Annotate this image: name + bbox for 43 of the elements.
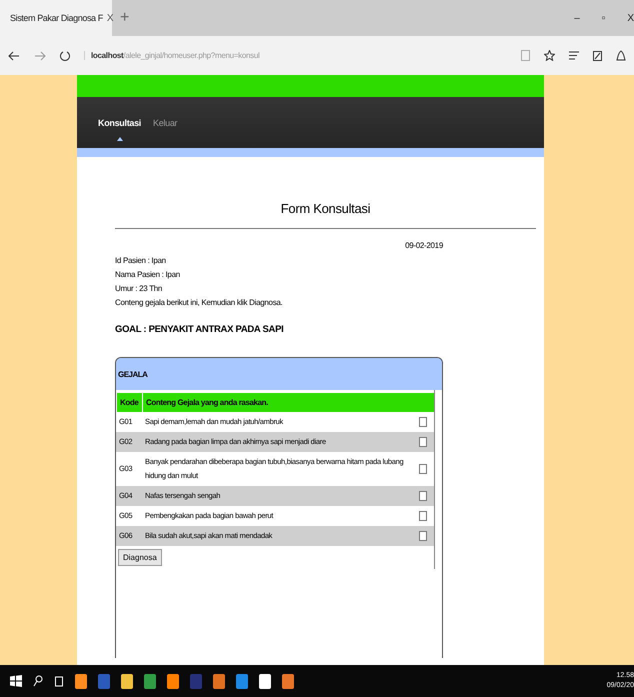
- info-text: Conteng gejala berikut ini, Kemudian klik Diagnosa.: [115, 297, 284, 309]
- diagnosa-button[interactable]: Diagnosa: [118, 549, 162, 566]
- symptom-checkbox[interactable]: [419, 511, 427, 521]
- info-text: Nama Pasien : Ipan: [115, 269, 181, 281]
- window-button[interactable]: X: [627, 12, 634, 24]
- app-icon[interactable]: [121, 674, 133, 688]
- app-icon[interactable]: [282, 674, 294, 688]
- date-text: 09-02-2019: [405, 241, 443, 250]
- menu-icon[interactable]: [569, 51, 579, 60]
- app-icon[interactable]: [213, 674, 225, 688]
- browser-tab[interactable]: Sistem Pakar Diagnosa F X: [0, 0, 112, 36]
- new-tab-button[interactable]: +: [120, 9, 130, 27]
- forward-icon[interactable]: [34, 50, 46, 60]
- window-button[interactable]: –: [574, 12, 580, 24]
- tab-title: Sistem Pakar Diagnosa F: [10, 13, 103, 23]
- windows-icon[interactable]: [10, 675, 22, 687]
- panel-title: GEJALA: [116, 358, 442, 390]
- note-icon[interactable]: [593, 50, 602, 60]
- app-icon[interactable]: [167, 674, 179, 688]
- info-text: Id Pasien : Ipan: [115, 255, 167, 267]
- info-text: Umur : 23 Thn: [115, 283, 164, 295]
- task-view-icon[interactable]: [54, 676, 64, 686]
- app-icon[interactable]: [75, 674, 87, 688]
- app-icon[interactable]: [144, 674, 156, 688]
- star-icon[interactable]: [544, 50, 555, 61]
- symptom-checkbox[interactable]: [419, 417, 427, 427]
- symptom-checkbox[interactable]: [419, 491, 427, 501]
- active-indicator-icon: [116, 136, 122, 140]
- refresh-icon[interactable]: [60, 50, 70, 62]
- tab-close-button[interactable]: X: [106, 12, 114, 24]
- back-icon[interactable]: [8, 50, 20, 60]
- symptom-checkbox[interactable]: [419, 464, 427, 474]
- app-icon[interactable]: [259, 674, 271, 688]
- nav-link[interactable]: Konsultasi: [98, 118, 142, 128]
- symptom-checkbox[interactable]: [419, 531, 427, 541]
- goal-heading: GOAL : PENYAKIT ANTRAX PADA SAPI: [115, 324, 284, 335]
- search-icon[interactable]: [33, 675, 43, 687]
- nav-link[interactable]: Keluar: [153, 118, 178, 128]
- symptom-checkbox[interactable]: [419, 437, 427, 447]
- bell-icon[interactable]: [616, 50, 626, 61]
- address-field[interactable]: localhost/alele_ginjal/homeuser.php?menu=konsul: [84, 51, 507, 60]
- window-button[interactable]: ▫: [602, 12, 606, 24]
- form-title: Form Konsultasi: [115, 201, 536, 229]
